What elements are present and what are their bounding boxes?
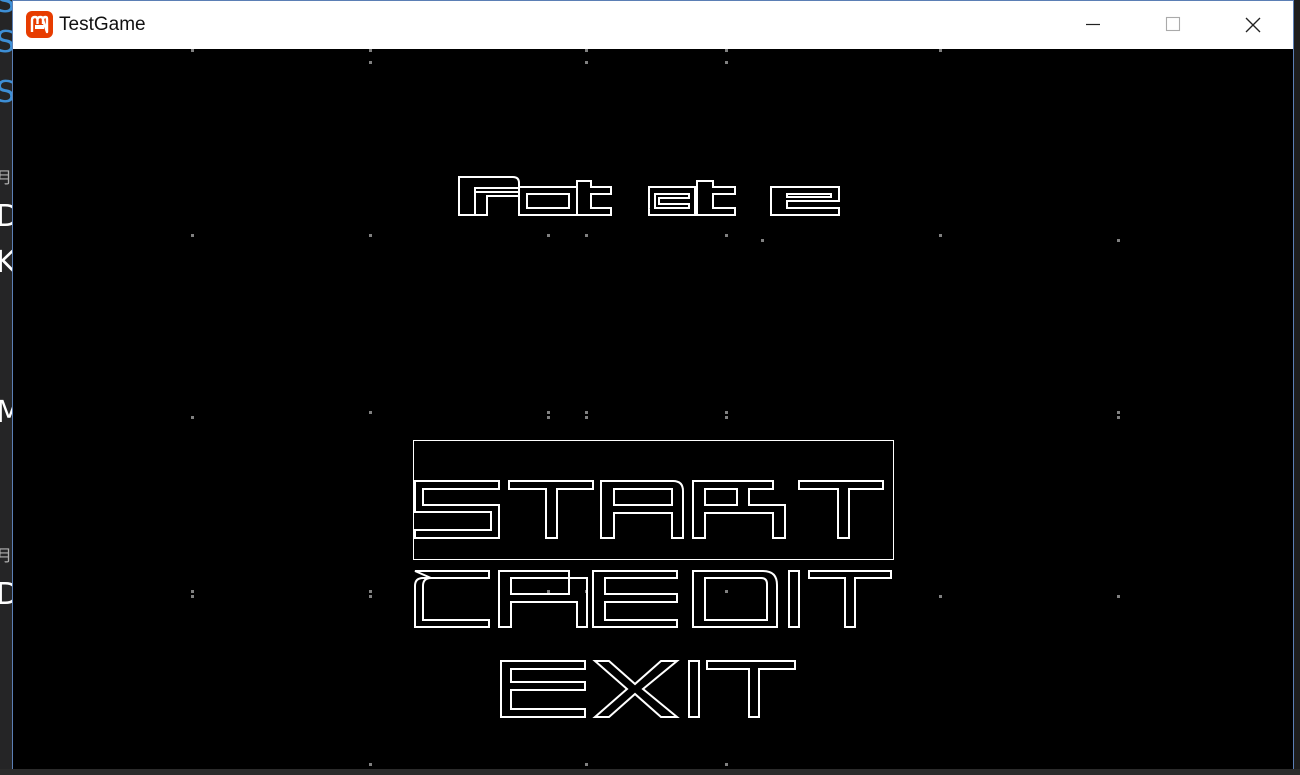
minimize-icon <box>1086 23 1100 26</box>
minimize-button[interactable] <box>1053 1 1133 49</box>
background-dot <box>585 234 588 237</box>
background-dot <box>725 416 728 419</box>
desktop-fragment: S <box>0 25 12 60</box>
desktop-fragment: M <box>0 398 12 428</box>
title-letter-r <box>458 176 520 216</box>
close-icon <box>1245 17 1261 33</box>
background-dot <box>761 239 764 242</box>
background-dot <box>191 234 194 237</box>
title-letter-e <box>770 186 840 216</box>
background-dot <box>585 416 588 419</box>
background-dot <box>547 416 550 419</box>
background-dot <box>939 49 942 52</box>
background-dot <box>939 234 942 237</box>
desktop-fragment: S <box>0 75 12 110</box>
background-dot <box>585 411 588 414</box>
title-letter-t2 <box>696 180 736 216</box>
background-dot <box>547 411 550 414</box>
background-dot <box>725 61 728 64</box>
game-window: TestGame Rotate START CREDIT EXIT <box>12 0 1294 769</box>
close-button[interactable] <box>1213 1 1293 49</box>
background-dot <box>369 49 372 52</box>
background-dot <box>369 61 372 64</box>
maximize-icon <box>1165 16 1181 32</box>
title-letter-t <box>576 180 612 216</box>
background-dot <box>191 590 194 593</box>
background-dot <box>725 49 728 52</box>
desktop-background: S S S 月 D K M 月 D <box>0 0 12 775</box>
background-dot <box>369 234 372 237</box>
desktop-fragment: 月 <box>0 546 12 565</box>
background-dot <box>1117 595 1120 598</box>
background-dot <box>725 234 728 237</box>
desktop-fragment: 月 <box>0 168 12 187</box>
background-dot <box>725 411 728 414</box>
desktop-fragment: D <box>0 577 12 612</box>
background-dot <box>191 416 194 419</box>
background-dot <box>1117 239 1120 242</box>
background-dot <box>1117 411 1120 414</box>
monogame-logo-icon <box>26 11 53 38</box>
background-dot <box>191 595 194 598</box>
background-dot <box>369 595 372 598</box>
game-canvas[interactable]: Rotate START CREDIT EXIT <box>13 49 1293 769</box>
desktop-fragment: S <box>0 0 12 20</box>
desktop-fragment: D <box>0 199 12 234</box>
background-dot <box>1117 416 1120 419</box>
title-letter-a <box>648 186 696 216</box>
background-dot <box>369 590 372 593</box>
menu-start-button[interactable] <box>413 440 894 560</box>
window-title: TestGame <box>59 14 146 35</box>
maximize-button[interactable] <box>1133 1 1213 49</box>
background-dot <box>369 411 372 414</box>
background-dot <box>369 763 372 766</box>
desktop-fragment: K <box>0 245 12 280</box>
background-dot <box>585 61 588 64</box>
background-dot <box>939 595 942 598</box>
taskbar-edge <box>0 769 1300 775</box>
background-dot <box>585 49 588 52</box>
background-dot <box>725 763 728 766</box>
background-dot <box>191 49 194 52</box>
title-letter-o <box>518 186 578 216</box>
menu-exit-button[interactable] <box>497 657 799 721</box>
title-bar[interactable]: TestGame <box>13 1 1293 49</box>
menu-credit-button[interactable] <box>403 567 893 631</box>
background-dot <box>547 234 550 237</box>
background-dot <box>585 763 588 766</box>
